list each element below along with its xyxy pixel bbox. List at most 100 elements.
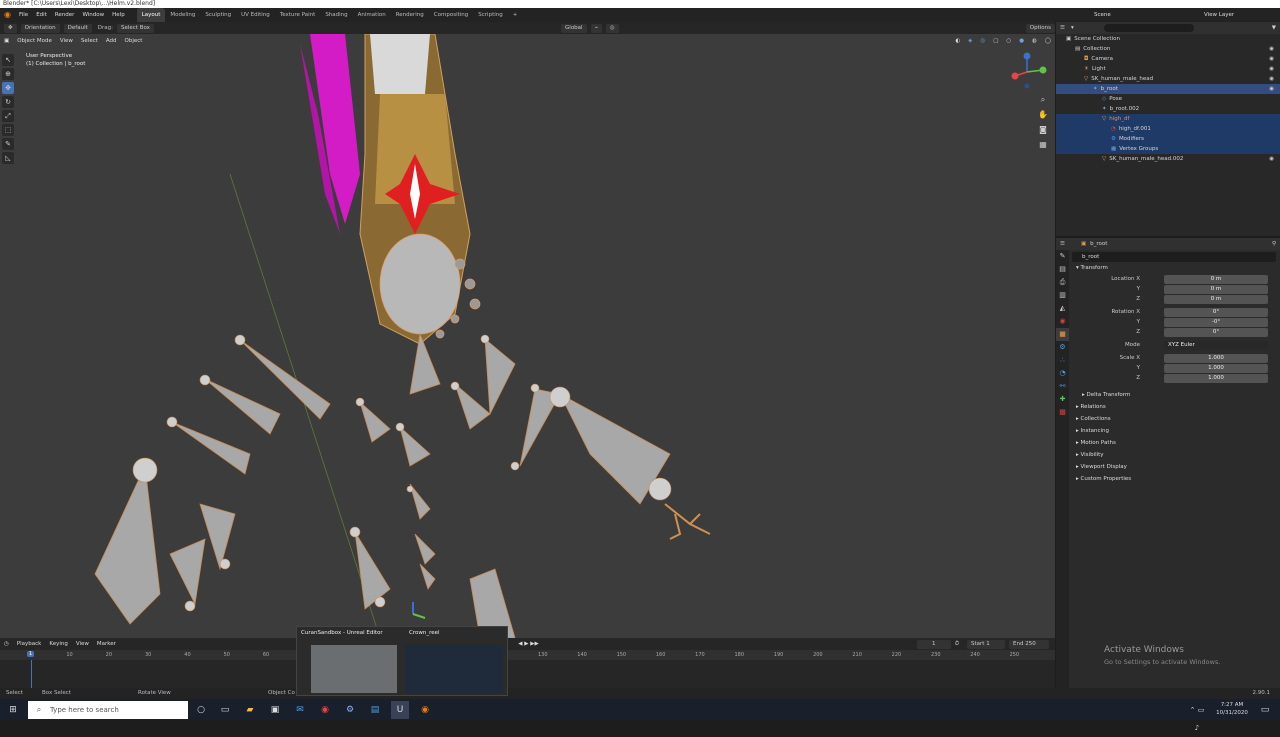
outliner-row[interactable]: ▣ Scene Collection bbox=[1056, 34, 1280, 44]
object-mode-dropdown[interactable]: Object Mode bbox=[13, 38, 56, 44]
visibility-eye-icon[interactable]: ◉ bbox=[1269, 64, 1274, 74]
outliner-row[interactable]: ✦ b_root.002 bbox=[1056, 104, 1280, 114]
tab-sculpting[interactable]: Sculpting bbox=[200, 8, 236, 22]
view-layer-selector[interactable]: View Layer bbox=[1200, 8, 1280, 22]
current-frame-field[interactable]: 1 bbox=[916, 639, 951, 649]
output-tab-icon[interactable]: ⎙ bbox=[1056, 276, 1069, 289]
tweak-tool-icon[interactable]: ↖ bbox=[2, 54, 14, 66]
rotation-x-field[interactable]: 0° bbox=[1164, 307, 1268, 317]
tab-shading[interactable]: Shading bbox=[320, 8, 352, 22]
outliner-row[interactable]: ☀ Light ◉ bbox=[1056, 64, 1280, 74]
options-dropdown[interactable]: Options bbox=[1025, 23, 1056, 33]
outliner-row[interactable]: ▽ SK_human_male_head ◉ bbox=[1056, 74, 1280, 84]
physics-tab-icon[interactable]: ◔ bbox=[1056, 367, 1069, 380]
thumb-title-crown[interactable]: Crown_reel bbox=[405, 627, 440, 639]
outliner-row[interactable]: ◔ high_df.001 bbox=[1056, 124, 1280, 134]
tab-animation[interactable]: Animation bbox=[353, 8, 391, 22]
add-menu[interactable]: Add bbox=[102, 38, 121, 44]
property-section-header[interactable]: ▸ Custom Properties bbox=[1072, 473, 1276, 485]
visibility-eye-icon[interactable]: ◉ bbox=[1269, 74, 1274, 84]
visibility-eye-icon[interactable]: ◉ bbox=[1269, 84, 1274, 94]
global-orientation-dropdown[interactable]: Global bbox=[561, 23, 587, 33]
keying-menu[interactable]: Keying bbox=[45, 641, 71, 647]
object-mode-icon[interactable]: ▣ bbox=[0, 38, 13, 44]
outliner-editor-icon[interactable]: ☰ bbox=[1060, 25, 1065, 31]
navigation-gizmo[interactable] bbox=[1005, 50, 1050, 95]
start-frame-field[interactable]: Start 1 bbox=[967, 639, 1005, 649]
taskbar-thumbnail-popup[interactable]: CuranSandbox - Unreal Editor Crown_reel bbox=[296, 626, 508, 696]
visibility-eye-icon[interactable]: ◉ bbox=[1269, 54, 1274, 64]
timeline-editor-icon[interactable]: ◷ bbox=[0, 641, 13, 647]
unreal-editor-icon[interactable]: U bbox=[391, 701, 409, 719]
texture-tab-icon[interactable]: ▩ bbox=[1056, 406, 1069, 419]
app-icon[interactable]: ▤ bbox=[366, 701, 384, 719]
measure-tool-icon[interactable]: ◺ bbox=[2, 152, 14, 164]
outliner-search-input[interactable] bbox=[1103, 24, 1194, 32]
location-x-field[interactable]: 0 m bbox=[1164, 274, 1268, 284]
overlay-toggle-icon[interactable]: ◎ bbox=[976, 38, 989, 44]
visibility-filter-icon[interactable]: ◐ bbox=[951, 38, 964, 44]
taskbar-clock[interactable]: 7:27 AM 10/31/2020 bbox=[1212, 701, 1252, 717]
chrome-icon[interactable]: ◉ bbox=[316, 701, 334, 719]
menu-help[interactable]: Help bbox=[108, 8, 129, 22]
mail-icon[interactable]: ✉ bbox=[291, 701, 309, 719]
scene-tab-icon[interactable]: ◭ bbox=[1056, 302, 1069, 315]
property-section-header[interactable]: ▸ Motion Paths bbox=[1072, 437, 1276, 449]
world-tab-icon[interactable]: ◉ bbox=[1056, 315, 1069, 328]
tool-tab-icon[interactable]: ✎ bbox=[1056, 250, 1069, 263]
outliner-row[interactable]: ⚙ Modifiers bbox=[1056, 134, 1280, 144]
camera-view-icon[interactable]: ◙ bbox=[1037, 124, 1049, 136]
location-z-field[interactable]: 0 m bbox=[1164, 294, 1268, 304]
property-section-header[interactable]: ▸ Viewport Display bbox=[1072, 461, 1276, 473]
menu-window[interactable]: Window bbox=[78, 8, 108, 22]
object-tab-icon[interactable]: ■ bbox=[1056, 328, 1069, 341]
marker-menu[interactable]: Marker bbox=[93, 641, 120, 647]
menu-file[interactable]: File bbox=[15, 8, 32, 22]
scale-z-field[interactable]: 1.000 bbox=[1164, 373, 1268, 383]
zoom-icon[interactable]: ⌕ bbox=[1037, 94, 1049, 106]
tab-layout[interactable]: Layout bbox=[136, 8, 166, 22]
ortho-toggle-icon[interactable]: ▦ bbox=[1037, 139, 1049, 151]
properties-editor-icon[interactable]: ☰ bbox=[1060, 241, 1065, 247]
pan-hand-icon[interactable]: ✋ bbox=[1037, 109, 1049, 121]
move-tool-icon[interactable]: ✥ bbox=[2, 82, 14, 94]
windows-start-icon[interactable]: ⊞ bbox=[4, 701, 22, 719]
playhead[interactable]: 1 bbox=[27, 651, 35, 657]
annotate-tool-icon[interactable]: ✎ bbox=[2, 138, 14, 150]
gizmo-toggle-icon[interactable]: ◈ bbox=[964, 38, 976, 44]
taskbar-search-input[interactable]: Type here to search bbox=[28, 701, 188, 719]
file-explorer-icon[interactable]: ▰ bbox=[241, 701, 259, 719]
drag-select-dropdown[interactable]: Select Box bbox=[117, 23, 154, 33]
cursor-tool-icon[interactable]: ⊕ bbox=[2, 68, 14, 80]
menu-render[interactable]: Render bbox=[51, 8, 79, 22]
shading-material-icon[interactable]: ◍ bbox=[1028, 38, 1041, 44]
location-y-field[interactable]: 0 m bbox=[1164, 284, 1268, 294]
filter-icon[interactable]: ▼ bbox=[1272, 25, 1276, 31]
constraints-tab-icon[interactable]: ⚯ bbox=[1056, 380, 1069, 393]
store-icon[interactable]: ▣ bbox=[266, 701, 284, 719]
tab-modeling[interactable]: Modeling bbox=[165, 8, 200, 22]
playback-menu[interactable]: Playback bbox=[13, 641, 46, 647]
blender-taskbar-icon[interactable]: ◉ bbox=[416, 701, 434, 719]
xray-toggle-icon[interactable]: ▢ bbox=[989, 38, 1002, 44]
render-tab-icon[interactable]: ▤ bbox=[1056, 263, 1069, 276]
transform-tool-icon[interactable]: ✥ bbox=[4, 23, 17, 33]
orientation-dropdown[interactable]: Orientation bbox=[20, 23, 60, 33]
outliner-row[interactable]: ▽ SK_human_male_head.002 ◉ bbox=[1056, 154, 1280, 164]
menu-edit[interactable]: Edit bbox=[32, 8, 51, 22]
rotation-y-field[interactable]: -0° bbox=[1164, 317, 1268, 327]
preview-range-icon[interactable]: ⏱ bbox=[951, 641, 963, 648]
armature-data-tab-icon[interactable]: ✚ bbox=[1056, 393, 1069, 406]
notifications-icon[interactable]: ▭ bbox=[1256, 701, 1274, 719]
object-name-field[interactable]: b_root bbox=[1072, 252, 1276, 262]
shading-wireframe-icon[interactable]: ○ bbox=[1002, 38, 1015, 44]
scale-y-field[interactable]: 1.000 bbox=[1164, 363, 1268, 373]
thumb-title-unreal[interactable]: CuranSandbox - Unreal Editor bbox=[297, 627, 405, 639]
shading-rendered-icon[interactable]: ◯ bbox=[1041, 38, 1055, 44]
blender-logo-icon[interactable]: ◉ bbox=[0, 8, 15, 22]
add-workspace-icon[interactable]: + bbox=[508, 8, 523, 22]
outliner-row[interactable]: ✦ b_root ◉ bbox=[1056, 84, 1280, 94]
view-layer-tab-icon[interactable]: ▥ bbox=[1056, 289, 1069, 302]
cortana-icon[interactable]: ○ bbox=[192, 701, 210, 719]
visibility-eye-icon[interactable]: ◉ bbox=[1269, 154, 1274, 164]
